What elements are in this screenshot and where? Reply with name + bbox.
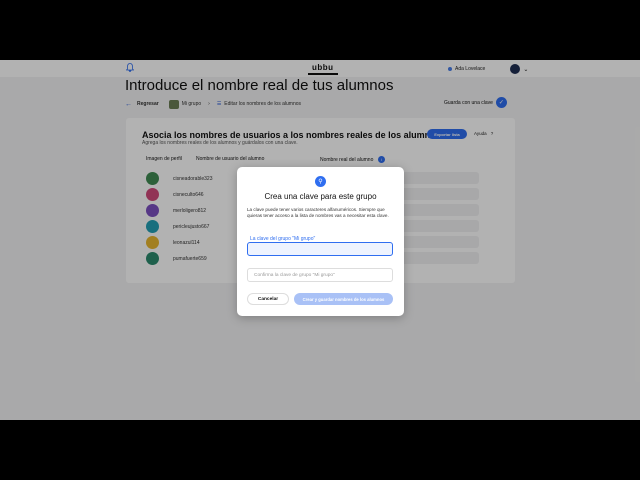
- key-input[interactable]: [247, 242, 393, 256]
- modal-title: Crea una clave para este grupo: [264, 192, 377, 201]
- create-key-modal: ⚲ Crea una clave para este grupo La clav…: [237, 167, 404, 316]
- confirm-key-input[interactable]: Confirma la clave de grupo "Mi grupo": [247, 268, 393, 282]
- modal-description: La clave puede tener varios caracteres a…: [247, 207, 389, 218]
- lock-icon: ⚲: [315, 176, 326, 187]
- app-screen: ubbu Ada Lovelace ⌄ Introduce el nombre …: [0, 60, 640, 420]
- cancel-button[interactable]: Cancelar: [247, 293, 289, 305]
- create-and-save-button[interactable]: Crear y guardar nombres de los alumnos: [294, 293, 393, 305]
